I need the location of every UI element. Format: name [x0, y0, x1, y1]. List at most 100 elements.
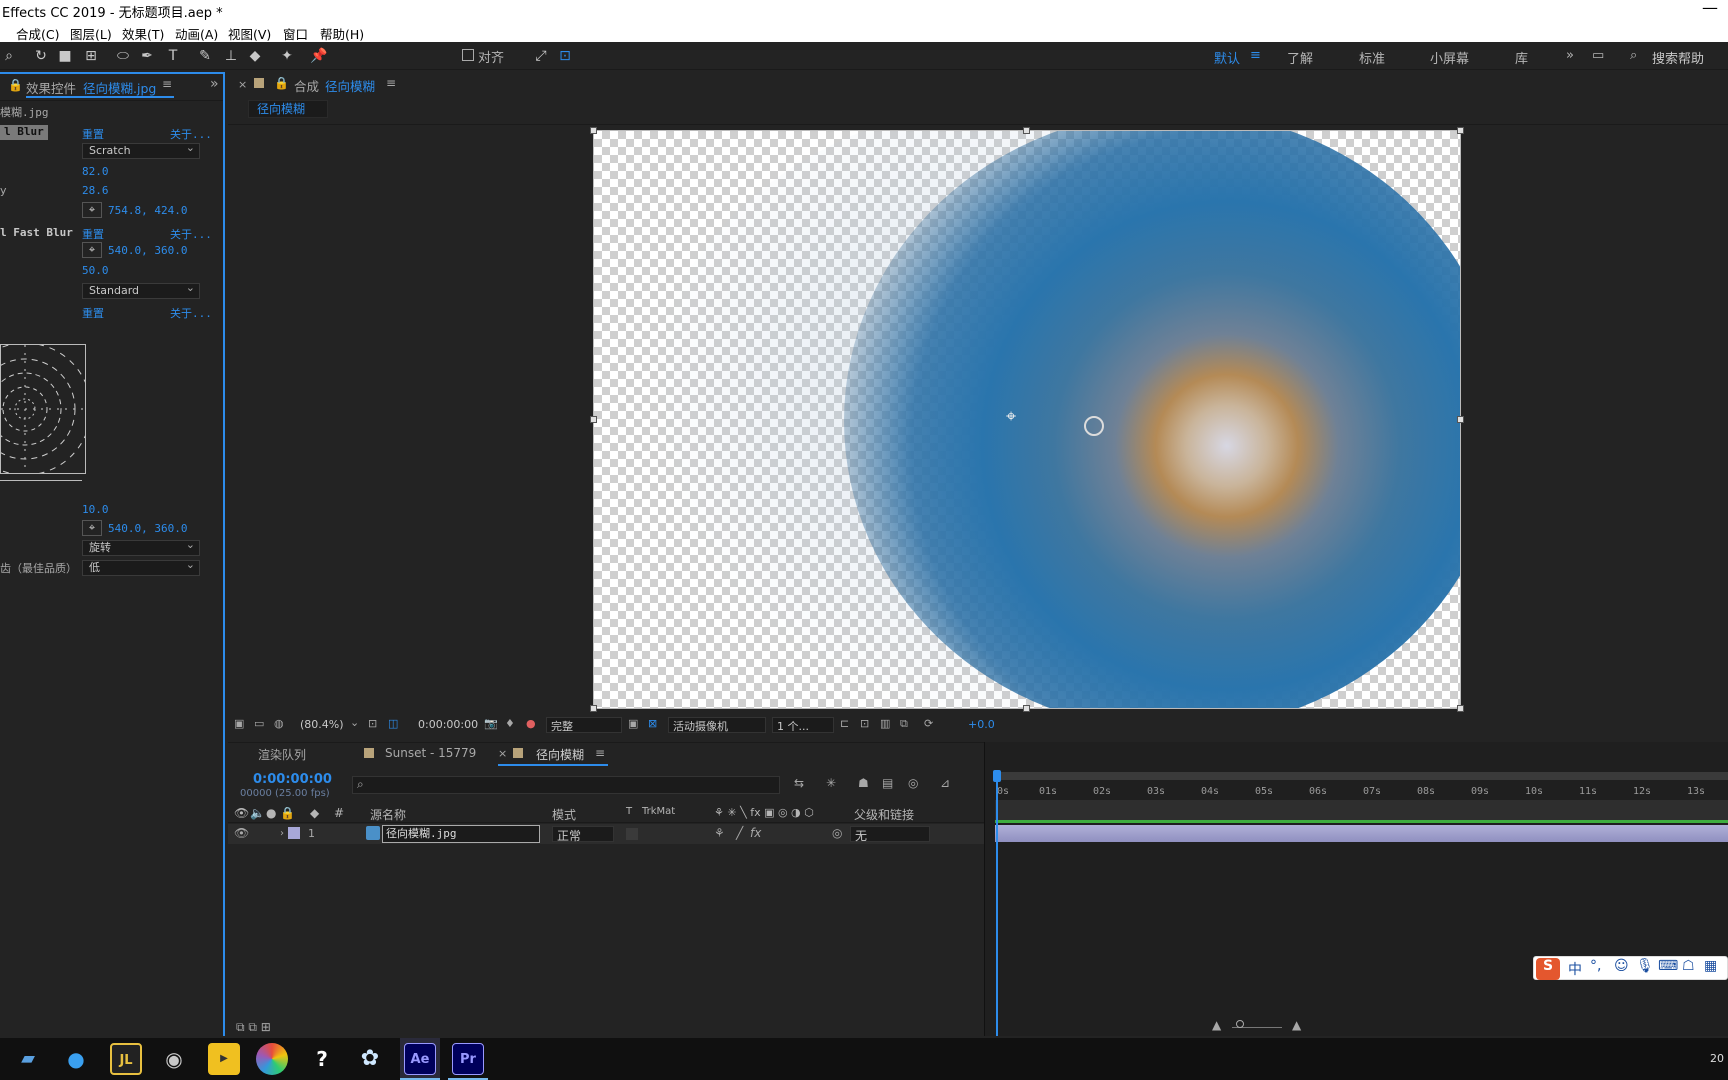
antialias-dropdown[interactable]: 低	[82, 558, 200, 576]
frame-blending-icon[interactable]: ▤	[882, 776, 893, 790]
resolution-dropdown[interactable]: 完整	[546, 717, 622, 733]
flowchart-icon[interactable]: ⧉	[900, 717, 908, 731]
workspace-small-screen[interactable]: 小屏幕	[1430, 48, 1469, 67]
timeline-reset-icon[interactable]: ▥	[880, 717, 890, 730]
handle-top-center[interactable]	[1023, 127, 1030, 134]
zoom-in-icon[interactable]: ▲	[1292, 1018, 1301, 1032]
effect-name-radial-blur[interactable]: l Blur	[0, 125, 48, 140]
taskbar-clock[interactable]: 20	[1710, 1052, 1724, 1065]
effect1-reset-link[interactable]: 重置	[82, 126, 104, 142]
layer-search-input[interactable]: ⌕	[352, 776, 780, 794]
snap-options-icon[interactable]: ⊡	[556, 47, 574, 65]
toggle-pixel-aspect-icon[interactable]: ⊏	[840, 717, 849, 730]
monitor-icon[interactable]: ▭	[254, 717, 264, 730]
layer-name-field[interactable]: 径向模糊.jpg	[382, 825, 540, 843]
effect1-amount-value[interactable]: 82.0	[82, 165, 109, 178]
effect2-about-link[interactable]: 关于...	[170, 226, 212, 242]
col-mode-header[interactable]: 模式	[552, 806, 576, 823]
lock-icon[interactable]: 🔒	[8, 78, 23, 92]
toggle-transparency-grid-icon[interactable]: ⊠	[648, 717, 657, 730]
reset-exposure-icon[interactable]: ⟳	[924, 717, 933, 730]
transparency-grid-icon[interactable]: ◫	[388, 717, 398, 730]
roto-brush-tool-icon[interactable]: ✦	[278, 47, 296, 65]
zoom-dropdown[interactable]: (80.4%)	[300, 718, 344, 731]
close-tab-icon[interactable]: ×	[498, 747, 507, 760]
fast-previews-icon[interactable]: ▣	[628, 717, 638, 730]
ime-voice-icon[interactable]: 🎙	[1636, 958, 1654, 974]
snapshot-camera-icon[interactable]: 📷	[484, 717, 498, 730]
expand-layer-chevron-icon[interactable]: ›	[280, 828, 284, 839]
handle-top-right[interactable]	[1457, 127, 1464, 134]
always-preview-icon[interactable]: ▣	[234, 717, 244, 730]
effect2-amount-value[interactable]: 50.0	[82, 264, 109, 277]
radial-blur-comp-tab[interactable]: 径向模糊	[536, 746, 584, 763]
camera-dropdown[interactable]: 活动摄像机	[668, 717, 766, 733]
minimize-button[interactable]: —	[1702, 0, 1718, 17]
panel-tab-label[interactable]: 效果控件	[26, 78, 76, 97]
workspace-libraries[interactable]: 库	[1515, 48, 1528, 67]
rotate-tool-icon[interactable]: ↻	[32, 47, 50, 65]
ime-emoji-icon[interactable]: ☺	[1614, 958, 1629, 974]
help-app-icon[interactable]: ?	[306, 1043, 338, 1075]
parent-dropdown[interactable]: 无	[850, 826, 930, 843]
comp-mini-flowchart-icon[interactable]: ⇆	[794, 776, 804, 790]
footer-layer-switches-icon[interactable]: ⧉ ⧉ ⊞	[236, 1020, 271, 1035]
pan-behind-tool-icon[interactable]: ⊞	[82, 47, 100, 65]
draft-3d-icon[interactable]: ✳	[826, 776, 836, 790]
effect1-center-target-icon[interactable]: ⌖	[82, 202, 102, 218]
layer-fx-icon[interactable]: fx	[750, 826, 761, 840]
ime-skin-icon[interactable]: ☖	[1682, 958, 1695, 974]
close-tab-icon[interactable]: ×	[238, 78, 247, 91]
workspace-menu-icon[interactable]: ≡	[1250, 48, 1261, 63]
menu-layer[interactable]: 图层(L)	[70, 24, 112, 43]
menu-window[interactable]: 窗口	[283, 24, 308, 43]
show-snapshot-icon[interactable]: ♦	[505, 717, 515, 730]
exposure-value[interactable]: +0.0	[968, 718, 995, 731]
effect1-about-link[interactable]: 关于...	[170, 126, 212, 142]
effect1-type-dropdown[interactable]: Scratch	[82, 141, 200, 159]
blend-mode-dropdown[interactable]: 正常	[552, 826, 614, 843]
effect3-amount-value[interactable]: 10.0	[82, 503, 109, 516]
effect2-reset-link[interactable]: 重置	[82, 226, 104, 242]
flower-app-icon[interactable]: ✿	[354, 1043, 386, 1075]
time-graph-area[interactable]: 0s 01s 02s 03s 04s 05s 06s 07s 08s 09s 1…	[984, 742, 1728, 1036]
effect3-center-target-icon[interactable]: ⌖	[82, 520, 102, 536]
after-effects-app-icon[interactable]: Ae	[404, 1043, 436, 1075]
align-checkbox[interactable]	[462, 49, 474, 61]
effect1-value-2[interactable]: 28.6	[82, 184, 109, 197]
zoom-tool-icon[interactable]: ⌕	[0, 47, 18, 65]
handle-middle-left[interactable]	[590, 416, 597, 423]
layer-shy-icon[interactable]: ⚘	[714, 826, 725, 840]
viewer-timecode[interactable]: 0:00:00:00	[418, 718, 478, 731]
sunset-comp-tab[interactable]: Sunset - 15779	[385, 746, 476, 760]
views-layout-dropdown[interactable]: 1 个...	[772, 717, 834, 733]
file-explorer-icon[interactable]: ▰	[12, 1043, 44, 1075]
workspace-toggle-icon[interactable]: ▭	[1592, 48, 1604, 63]
menu-effect[interactable]: 效果(T)	[122, 24, 164, 43]
search-help-input[interactable]: 搜索帮助	[1652, 48, 1704, 67]
effect-name-fast-blur[interactable]: l Fast Blur	[0, 226, 73, 244]
blur-center-point[interactable]	[1084, 416, 1104, 436]
effect1-center-value[interactable]: 754.8, 424.0	[108, 204, 187, 217]
effect3-center-value[interactable]: 540.0, 360.0	[108, 522, 187, 535]
workspace-standard[interactable]: 标准	[1359, 48, 1385, 67]
playhead-line[interactable]	[996, 780, 998, 1036]
layer-quality-icon[interactable]: ╱	[736, 826, 743, 840]
zoom-chevron-icon[interactable]: ⌄	[350, 716, 359, 729]
shy-layers-icon[interactable]: ☗	[858, 776, 869, 790]
eraser-tool-icon[interactable]: ◆	[246, 47, 264, 65]
handle-bottom-right[interactable]	[1457, 705, 1464, 712]
expand-panels-icon[interactable]: »	[210, 76, 219, 92]
comp-tab-prefix[interactable]: 合成	[294, 76, 319, 95]
preserve-transparency-checkbox[interactable]	[626, 828, 638, 840]
layer-visibility-icon[interactable]: 👁	[234, 826, 249, 840]
layer-label-swatch[interactable]	[288, 827, 300, 839]
snap-icon[interactable]: ⤢	[532, 47, 550, 65]
ime-punctuation-icon[interactable]: °,	[1590, 958, 1601, 974]
ellipse-tool-icon[interactable]: ⬭	[114, 47, 132, 65]
premiere-app-icon[interactable]: Pr	[452, 1043, 484, 1075]
camera-tool-icon[interactable]: ■	[56, 47, 74, 65]
region-of-interest-icon[interactable]: ⊡	[368, 717, 377, 730]
panel-tab-file[interactable]: 径向模糊.jpg	[83, 78, 156, 97]
menu-view[interactable]: 视图(V)	[228, 24, 271, 43]
